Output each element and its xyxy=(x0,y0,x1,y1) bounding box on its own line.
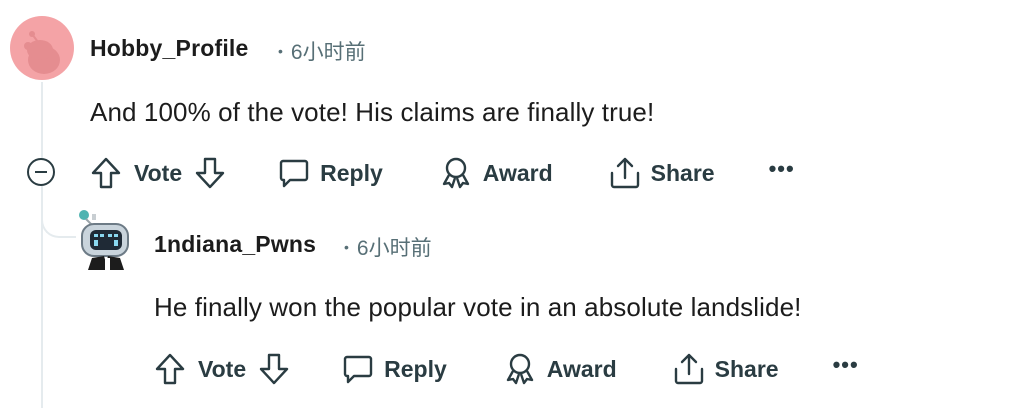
reply-icon xyxy=(279,159,309,188)
share-icon xyxy=(610,157,639,189)
reply-label: Reply xyxy=(320,159,383,186)
award-label: Award xyxy=(482,159,553,186)
reply-icon xyxy=(343,355,373,384)
username[interactable]: 1ndiana_Pwns xyxy=(154,231,316,258)
comment-actions: Vote Reply Award Share ••• xyxy=(154,347,859,391)
time-text: 6小时前 xyxy=(290,41,366,64)
time-text: 6小时前 xyxy=(356,237,432,260)
snoo-avatar-icon xyxy=(24,31,60,74)
timestamp: • 6小时前 xyxy=(344,232,432,262)
downvote-icon[interactable] xyxy=(194,156,226,190)
vote-label: Vote xyxy=(134,159,183,186)
avatar[interactable] xyxy=(76,206,140,270)
upvote-icon[interactable] xyxy=(154,352,186,386)
award-button[interactable]: Award xyxy=(503,347,617,391)
share-label: Share xyxy=(714,355,779,382)
downvote-icon[interactable] xyxy=(258,352,290,386)
award-icon xyxy=(442,157,469,189)
reply-label: Reply xyxy=(384,355,447,382)
reply-button[interactable]: Reply xyxy=(342,347,447,391)
meta-dot: • xyxy=(278,43,283,60)
thread-line xyxy=(41,82,43,408)
comment-text: He finally won the popular vote in an ab… xyxy=(154,292,802,322)
vote-label: Vote xyxy=(198,355,247,382)
upvote-icon[interactable] xyxy=(90,156,122,190)
meta-dot: • xyxy=(344,239,349,256)
robot-avatar-icon xyxy=(79,210,129,270)
share-label: Share xyxy=(650,159,715,186)
comment-actions: Vote Reply Award Share ••• xyxy=(90,151,795,195)
more-options-button[interactable]: ••• xyxy=(833,352,859,378)
vote-group: Vote xyxy=(90,151,226,195)
vote-group: Vote xyxy=(154,347,290,391)
username[interactable]: Hobby_Profile xyxy=(90,35,249,62)
award-button[interactable]: Award xyxy=(439,151,553,195)
timestamp: • 6小时前 xyxy=(278,36,366,66)
share-button[interactable]: Share xyxy=(673,347,779,391)
more-options-button[interactable]: ••• xyxy=(769,156,795,182)
reply-button[interactable]: Reply xyxy=(278,151,383,195)
comment-text: And 100% of the vote! His claims are fin… xyxy=(90,97,655,127)
award-label: Award xyxy=(546,355,617,382)
collapse-button[interactable] xyxy=(27,158,55,186)
minus-icon xyxy=(35,171,47,173)
avatar[interactable] xyxy=(10,16,74,80)
share-button[interactable]: Share xyxy=(609,151,715,195)
share-icon xyxy=(674,353,703,385)
reply-connector xyxy=(41,198,77,238)
award-icon xyxy=(506,353,533,385)
